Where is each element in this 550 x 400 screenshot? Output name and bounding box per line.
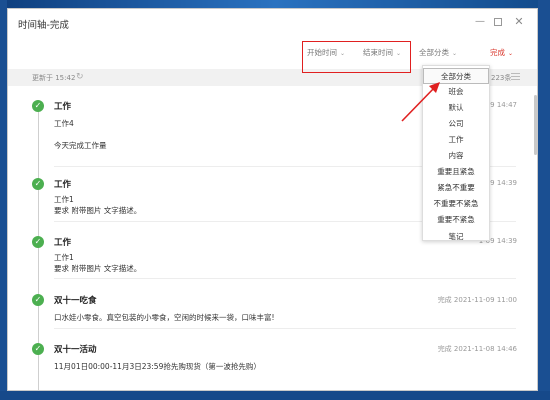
dropdown-option[interactable]: 全部分类	[423, 68, 489, 84]
title-bar[interactable]: 时间轴-完成 — ✕	[8, 9, 537, 35]
desktop-background-left	[0, 0, 7, 400]
list-view-icon[interactable]	[511, 73, 520, 80]
entry-time: 完成 2021-11-09 11:00	[437, 296, 517, 304]
entry-description: 11月01日00:00-11月3日23:59抢先购现货（第一波抢先购）	[54, 362, 261, 371]
category-dropdown: 全部分类 班会 默认 公司 工作 内容 重要且紧急 紧急不重要 不重要不紧急 重…	[422, 65, 490, 241]
maximize-button[interactable]	[492, 16, 504, 28]
category-filter[interactable]: 全部分类 ⌄	[419, 47, 457, 58]
maximize-icon	[494, 18, 502, 26]
check-icon: ✓	[32, 343, 44, 355]
chevron-down-icon: ⌄	[452, 50, 458, 57]
window-title: 时间轴-完成	[18, 20, 69, 31]
item-count: 223条	[491, 74, 512, 82]
check-icon: ✓	[32, 178, 44, 190]
annotation-highlight-box	[302, 41, 411, 73]
check-icon: ✓	[32, 100, 44, 112]
entry-title: 双十一活动	[54, 345, 97, 355]
entry-time: 完成 2021-11-08 14:46	[437, 345, 517, 353]
entry-description: 口水娃小零食。真空包装的小零食，空闲的时候来一袋，口味丰富!	[54, 313, 275, 322]
refresh-icon[interactable]: ↻	[76, 72, 84, 82]
dropdown-option[interactable]: 公司	[423, 116, 489, 132]
dropdown-option[interactable]: 不重要不紧急	[423, 196, 489, 212]
entry-divider	[54, 278, 516, 279]
dropdown-option[interactable]: 工作	[423, 132, 489, 148]
desktop-background-bottom	[0, 391, 550, 400]
entry-title: 工作	[54, 102, 72, 112]
entry-description: 要求 附带图片 文字描述。	[54, 264, 142, 273]
status-label: 完成	[490, 48, 505, 57]
timeline-window: 时间轴-完成 — ✕ 开始时间 ⌄ 结束时间 ⌄ 全部分类 ⌄ 完成 ⌄ 更新于 15:…	[7, 8, 538, 391]
entry-subtitle: 工作1	[54, 195, 74, 204]
dropdown-option[interactable]: 笔记	[423, 229, 489, 240]
desktop-background-right	[538, 0, 550, 400]
category-label: 全部分类	[419, 48, 449, 57]
close-button[interactable]: ✕	[513, 16, 525, 28]
dropdown-option[interactable]: 紧急不重要	[423, 180, 489, 196]
entry-title: 双十一吃食	[54, 296, 97, 306]
vertical-scrollbar[interactable]	[534, 95, 537, 155]
dropdown-option[interactable]: 默认	[423, 100, 489, 116]
dropdown-option[interactable]: 重要且紧急	[423, 164, 489, 180]
entry-title: 工作	[54, 238, 72, 248]
update-time: 更新于 15:42	[32, 74, 76, 82]
minimize-button[interactable]: —	[474, 16, 486, 28]
dropdown-option[interactable]: 内容	[423, 148, 489, 164]
filter-bar: 开始时间 ⌄ 结束时间 ⌄ 全部分类 ⌄ 完成 ⌄	[8, 43, 537, 63]
check-icon: ✓	[32, 294, 44, 306]
check-icon: ✓	[32, 236, 44, 248]
entry-subtitle: 工作4	[54, 119, 74, 128]
dropdown-option[interactable]: 班会	[423, 84, 489, 100]
entry-title: 工作	[54, 180, 72, 190]
desktop-background-top	[0, 0, 550, 8]
entry-description: 要求 附带图片 文字描述。	[54, 206, 142, 215]
entry-description: 今天完成工作量	[54, 141, 107, 150]
entry-divider	[54, 328, 516, 329]
dropdown-option[interactable]: 重要不紧急	[423, 212, 489, 228]
entry-subtitle: 工作1	[54, 253, 74, 262]
status-filter[interactable]: 完成 ⌄	[490, 47, 513, 58]
chevron-down-icon: ⌄	[508, 50, 514, 57]
